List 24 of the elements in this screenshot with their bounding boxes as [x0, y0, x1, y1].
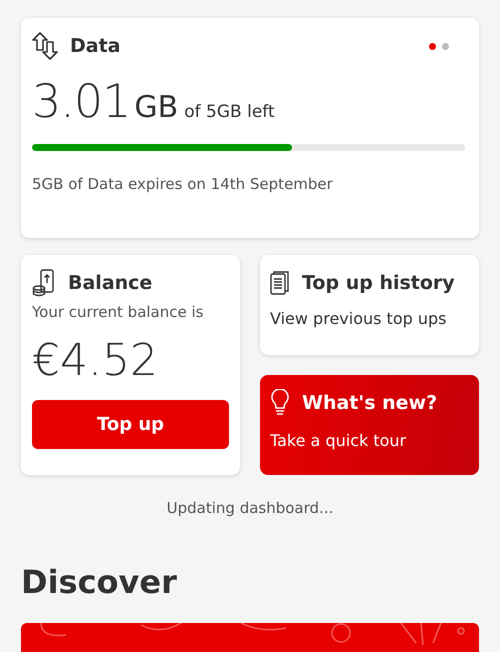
balance-amount: €4.52 [32, 335, 159, 386]
balance-caption: Your current balance is [32, 303, 204, 321]
card-title: What's new? [302, 392, 438, 414]
lightbulb-icon [270, 389, 290, 417]
phone-coins-icon [32, 269, 56, 297]
card-title: Balance [68, 272, 152, 294]
card-title: Data [70, 35, 120, 57]
top-up-history-card[interactable]: Top up history View previous top ups [260, 255, 479, 355]
card-title: Top up history [302, 272, 455, 294]
whats-new-card[interactable]: What's new? Take a quick tour [260, 375, 479, 475]
document-stack-icon [270, 271, 290, 295]
card-subtitle: Take a quick tour [270, 431, 408, 450]
allowance-text: of 5GB left [184, 102, 275, 122]
section-heading: Discover [21, 563, 178, 601]
top-up-button[interactable]: Top up [32, 400, 229, 449]
status-text: Updating dashboard... [166, 499, 334, 517]
arrows-up-down-icon [32, 32, 58, 60]
pager-dot[interactable] [442, 42, 449, 50]
pager-dot[interactable] [429, 42, 436, 50]
data-unit: GB [134, 90, 178, 125]
expiry-text: 5GB of Data expires on 14th September [32, 175, 334, 193]
data-amount: 3.01 [32, 74, 130, 128]
data-card[interactable]: Data 3.01 GB of 5GB left 5GB of Data expires on 14th September [21, 18, 479, 238]
card-subtitle: View previous top ups [270, 309, 448, 328]
